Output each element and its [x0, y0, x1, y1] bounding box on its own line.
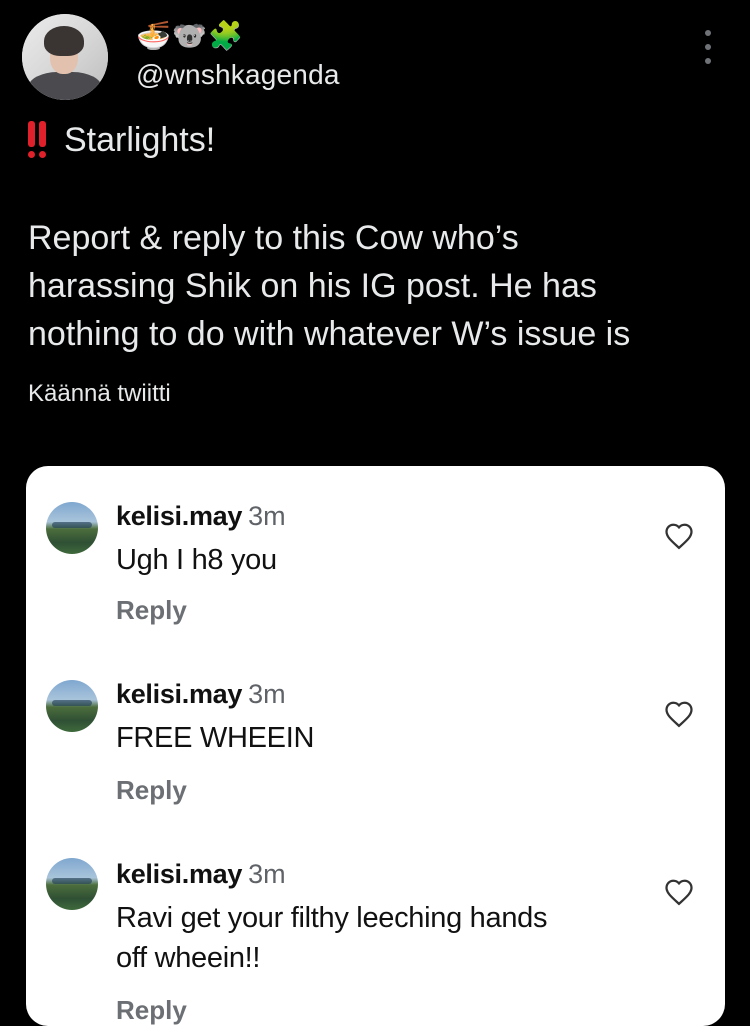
translate-tweet-link[interactable]: Käännä twiitti	[28, 378, 171, 410]
commenter-username: kelisi.may	[116, 679, 243, 709]
commenter-avatar	[46, 858, 98, 910]
double-exclamation-icon	[28, 120, 46, 160]
comment-header: kelisi.may 3m	[116, 678, 286, 710]
commenter-avatar	[46, 502, 98, 554]
display-name[interactable]: 🍜 🐨 🧩	[136, 18, 243, 54]
comment-text: Ravi get your filthy leeching hands off …	[116, 898, 676, 978]
comment-header: kelisi.may 3m	[116, 500, 286, 532]
more-dot	[705, 58, 711, 64]
more-dot	[705, 44, 711, 50]
comment-text-line: FREE WHEEIN	[116, 722, 315, 754]
comment-text: Ugh I h8 you	[116, 540, 676, 580]
author-avatar[interactable]	[22, 14, 108, 100]
heart-icon	[665, 701, 693, 728]
avatar-hair	[44, 26, 84, 56]
tweet-text-line: nothing to do with whatever W’s issue is	[28, 315, 631, 353]
comment-time: 3m	[248, 501, 286, 531]
comment-header: kelisi.may 3m	[116, 858, 286, 890]
attached-image[interactable]: kelisi.may 3m Ugh I h8 you Reply kelisi.m…	[26, 466, 725, 1026]
comment-time: 3m	[248, 679, 286, 709]
tweet-heading-text: Starlights!	[64, 121, 216, 159]
heart-icon	[665, 523, 693, 550]
avatar-body	[28, 72, 102, 100]
comment-reply-label: Reply	[116, 595, 187, 625]
tweet-text: Report & reply to this Cow who’s harassi…	[28, 214, 738, 358]
commenter-username: kelisi.may	[116, 859, 243, 889]
tweet-text-line: Report & reply to this Cow who’s	[28, 219, 519, 257]
commenter-avatar	[46, 680, 98, 732]
commenter-username: kelisi.may	[116, 501, 243, 531]
comment-reply-label: Reply	[116, 995, 187, 1025]
tweet-text-line: harassing Shik on his IG post. He has	[28, 267, 597, 305]
puzzle-piece-icon: 🧩	[208, 19, 243, 52]
comment-text-line: Ugh I h8 you	[116, 544, 277, 576]
comment-text: FREE WHEEIN	[116, 718, 676, 758]
heart-icon	[665, 879, 693, 906]
comment-time: 3m	[248, 859, 286, 889]
comment-reply-label: Reply	[116, 775, 187, 805]
comment-text-line: Ravi get your filthy leeching hands	[116, 902, 548, 934]
koala-icon: 🐨	[172, 19, 207, 52]
noodle-bowl-icon: 🍜	[136, 19, 171, 52]
comment-text-line: off wheein!!	[116, 942, 261, 974]
tweet-heading: Starlights!	[28, 118, 215, 162]
author-handle[interactable]: @wnshkagenda	[136, 58, 340, 92]
more-options-icon[interactable]	[700, 30, 716, 64]
more-dot	[705, 30, 711, 36]
